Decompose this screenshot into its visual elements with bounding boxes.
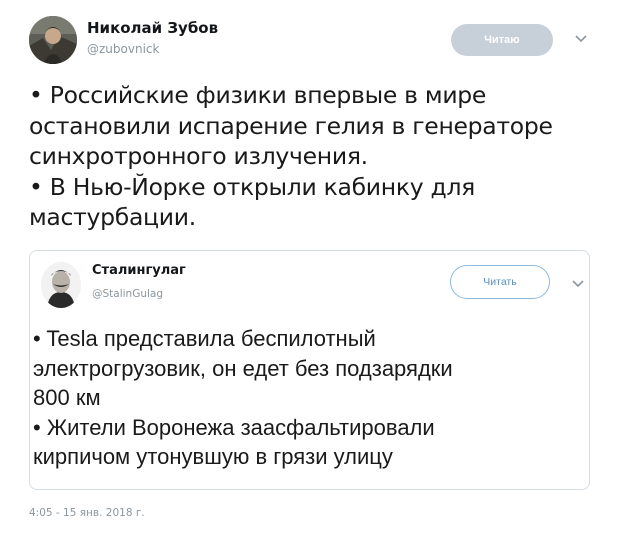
author-avatar[interactable]: [29, 16, 77, 64]
quoted-tweet-card[interactable]: Сталингулаг @StalinGulag Читать • Tesla …: [29, 250, 590, 490]
tweet-text-line: остановили испарение гелия в генераторе: [29, 111, 553, 140]
tweet-text-line: синхротронного излучения.: [29, 142, 368, 170]
quoted-text-line: электрогрузовик, он едет без подзарядки: [33, 355, 453, 381]
following-button[interactable]: Читаю: [451, 24, 553, 56]
chevron-down-icon[interactable]: [571, 279, 585, 289]
tweet-text: • Российские физики впервые в мире остан…: [29, 80, 609, 233]
tweet-text-line: • В Нью-Йорке открыли кабинку для: [29, 172, 475, 201]
tweet-text-line: • Российские физики впервые в мире: [29, 81, 487, 109]
follow-button[interactable]: Читать: [450, 265, 550, 299]
quoted-author-handle[interactable]: @StalinGulag: [92, 288, 163, 300]
quoted-tweet-text: • Tesla представила беспилотный электрог…: [33, 324, 589, 472]
quoted-text-line: • Tesla представила беспилотный: [33, 326, 376, 351]
author-handle[interactable]: @zubovnick: [87, 42, 159, 56]
quoted-text-line: 800 км: [33, 385, 101, 410]
quoted-author-avatar[interactable]: [41, 262, 81, 308]
quoted-text-line: кирпичом утонувшую в грязи улицу: [33, 444, 393, 469]
tweet-text-line: мастурбации.: [29, 203, 196, 231]
tweet-timestamp[interactable]: 4:05 - 15 янв. 2018 г.: [29, 507, 145, 519]
quoted-text-line: • Жители Воронежа заасфальтировали: [33, 414, 435, 440]
tweet: Николай Зубов @zubovnick Читаю • Российс…: [0, 0, 621, 538]
author-name[interactable]: Николай Зубов: [87, 19, 218, 37]
quoted-author-name[interactable]: Сталингулаг: [92, 263, 186, 278]
chevron-down-icon[interactable]: [574, 34, 588, 44]
